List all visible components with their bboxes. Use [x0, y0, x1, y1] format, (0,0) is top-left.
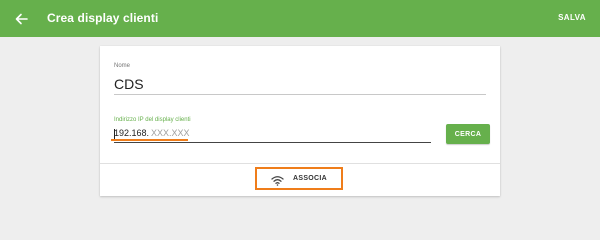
name-field-underline — [114, 94, 486, 95]
form-card: Nome CDS Indirizzo IP del display client… — [100, 46, 500, 196]
page-title: Crea display clienti — [47, 11, 159, 25]
ip-field-label: Indirizzo IP del display clienti — [114, 117, 191, 123]
name-field[interactable]: CDS — [114, 76, 144, 92]
arrow-left-icon[interactable] — [12, 10, 30, 28]
associate-button[interactable]: ASSOCIA — [255, 167, 343, 190]
ip-address-value: 192.168. — [114, 128, 150, 138]
name-field-label: Nome — [114, 63, 131, 69]
top-app-bar: Crea display clienti SALVA — [0, 0, 600, 37]
ip-address-placeholder: XXX.XXX — [151, 128, 190, 138]
search-button[interactable]: CERCA — [446, 124, 490, 144]
wifi-icon — [271, 173, 284, 186]
ip-value-highlight — [111, 139, 188, 141]
save-button[interactable]: SALVA — [558, 13, 586, 22]
associate-label: ASSOCIA — [293, 175, 327, 182]
ip-field-underline — [114, 142, 431, 143]
card-divider — [100, 163, 500, 164]
